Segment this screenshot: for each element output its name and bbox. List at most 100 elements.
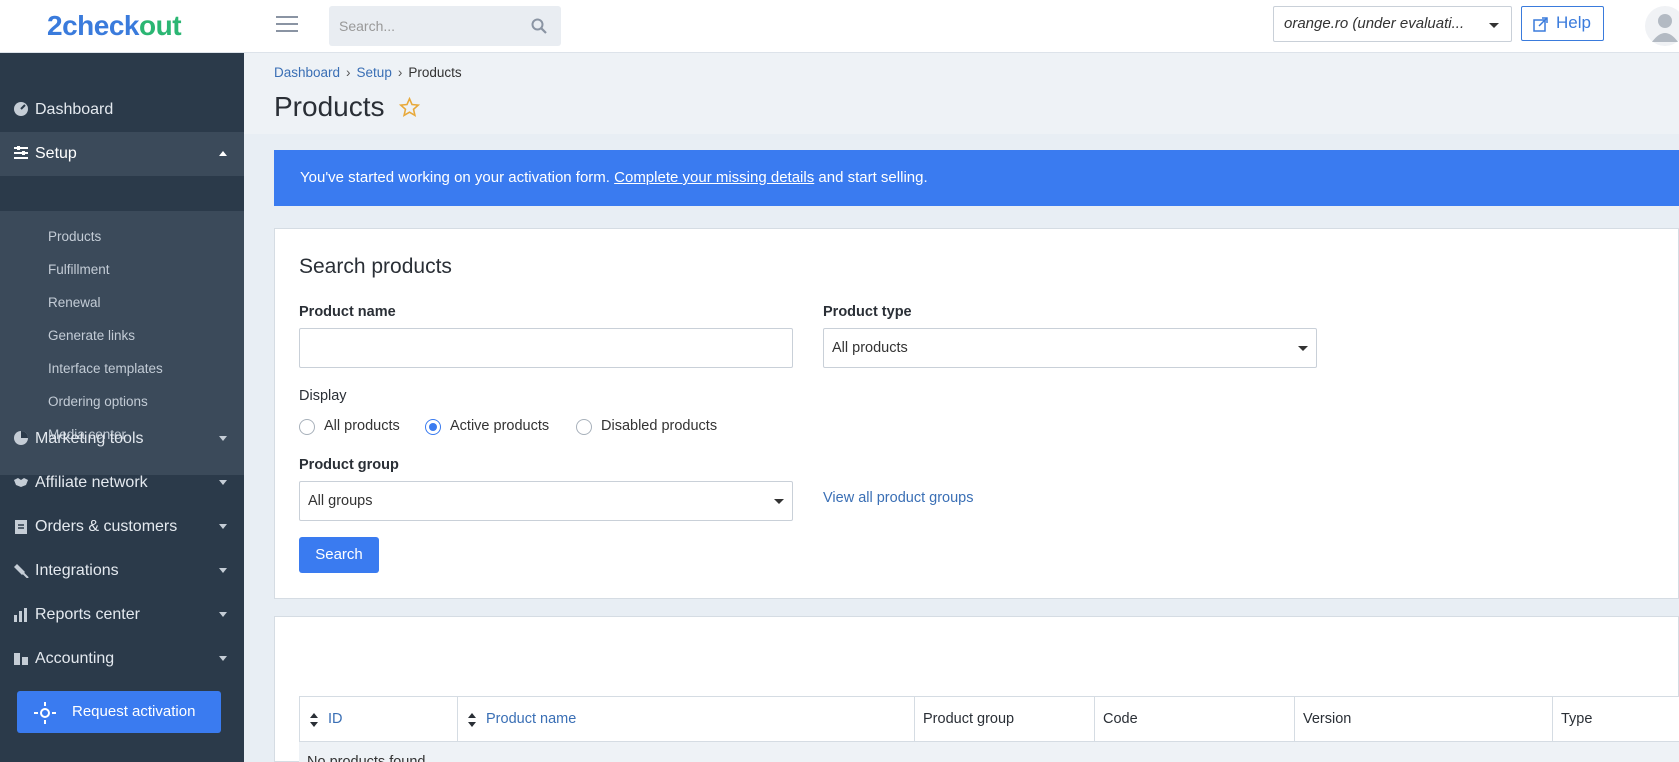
radio-circle [299,419,315,435]
product-group-value: All groups [308,493,373,509]
help-button[interactable]: Help [1521,6,1604,41]
submenu-item-ordering-options[interactable]: Ordering options [48,394,148,409]
column-header-version: Version [1295,697,1553,743]
global-search-input[interactable] [329,6,519,46]
product-name-input[interactable] [299,328,793,368]
column-header-id[interactable]: ID [300,697,458,743]
sidebar-item-label: Orders & customers [35,518,178,535]
sort-icon [468,713,476,727]
menu-toggle-icon[interactable] [276,16,298,34]
breadcrumb: Dashboard › Setup › Products [274,65,462,80]
product-name-label: Product name [299,304,396,320]
breadcrumb-setup[interactable]: Setup [357,65,392,80]
search-products-heading: Search products [299,255,452,278]
banner-text-end: and start selling. [814,169,928,186]
products-results-panel: ID Product name Product group Code Versi… [274,616,1679,762]
chevron-down-icon [219,524,227,529]
chevron-down-icon [1489,23,1499,28]
sliders-icon [14,146,28,159]
chevron-up-icon [219,151,227,156]
account-selector-value: orange.ro (under evaluati... [1284,15,1465,32]
clipboard-icon [15,520,27,534]
chevron-down-icon [1298,346,1308,351]
view-product-groups-link[interactable]: View all product groups [823,490,973,506]
banner-text: You've started working on your activatio… [300,169,615,186]
breadcrumb-current: Products [408,65,462,80]
page-header: Dashboard › Setup › Products Products [244,53,1679,134]
account-selector[interactable]: orange.ro (under evaluati... [1273,6,1512,42]
column-header-label: ID [328,711,343,727]
handshake-icon [14,478,28,487]
product-group-select[interactable]: All groups [299,481,793,521]
radio-circle [576,419,592,435]
sidebar-item-accounting[interactable]: Accounting [0,637,244,681]
chevron-down-icon [774,499,784,504]
column-header-label: Product name [486,711,577,727]
sidebar-item-setup[interactable]: Setup [0,132,244,176]
bar-chart-icon [14,608,27,622]
sidebar-item-reports-center[interactable]: Reports center [0,593,244,637]
search-products-panel: Search products Product name Product typ… [274,228,1679,599]
search-icon[interactable] [531,18,547,34]
radio-circle-selected [425,419,441,435]
complete-details-link[interactable]: Complete your missing details [614,169,814,186]
column-header-product-name[interactable]: Product name [458,697,915,743]
radio-label: All products [324,418,400,434]
sidebar-item-label: Setup [35,145,77,162]
column-header-type: Type [1561,711,1593,727]
sidebar-item-label: Integrations [35,562,119,579]
radio-label: Disabled products [601,418,718,434]
top-bar: 2checkout orange.ro (under evaluati... H… [0,0,1679,53]
display-label: Display [299,388,347,404]
table-header: ID Product name Product group Code Versi… [299,696,1679,743]
chevron-down-icon [219,436,227,441]
sidebar-item-dashboard[interactable]: Dashboard [0,88,244,132]
avatar[interactable] [1645,6,1679,46]
breadcrumb-dashboard[interactable]: Dashboard [274,65,340,80]
sidebar-item-integrations[interactable]: Integrations [0,549,244,593]
page-title: Products [274,91,385,122]
coins-icon [14,653,28,665]
chevron-down-icon [219,656,227,661]
chevron-down-icon [219,480,227,485]
column-header-code: Code [1095,697,1295,743]
external-link-icon [1533,17,1548,32]
dashboard-icon [14,102,28,116]
request-activation-button[interactable]: Request activation [17,691,221,733]
submenu-item-products[interactable]: Products [48,229,101,244]
product-group-label: Product group [299,457,399,473]
radio-label: Active products [450,418,550,434]
global-search[interactable] [329,6,561,46]
user-icon [1652,14,1678,42]
pie-chart-icon [14,431,28,445]
submenu-item-fulfillment[interactable]: Fulfillment [48,262,110,277]
search-button[interactable]: Search [299,537,379,573]
sidebar-item-label: Dashboard [35,101,114,118]
product-type-value: All products [832,340,908,356]
chevron-down-icon [219,612,227,617]
sidebar-item-label: Reports center [35,606,140,623]
product-type-label: Product type [823,304,912,320]
submenu-item-interface-templates[interactable]: Interface templates [48,361,163,376]
sidebar-item-label: Marketing tools [35,430,144,447]
sidebar-item-orders-customers[interactable]: Orders & customers [0,505,244,549]
empty-table-message: No products found [299,742,1679,762]
submenu-item-renewal[interactable]: Renewal [48,295,101,310]
activation-banner: You've started working on your activatio… [274,150,1679,206]
product-type-select[interactable]: All products [823,328,1317,368]
sidebar-item-affiliate-network[interactable]: Affiliate network [0,461,244,505]
logo[interactable]: 2checkout [47,10,182,42]
sort-icon [310,713,318,727]
chevron-down-icon [219,568,227,573]
request-activation-label: Request activation [72,703,196,720]
sidebar-item-label: Affiliate network [35,474,148,491]
star-icon[interactable] [399,97,420,118]
sidebar-item-marketing-tools[interactable]: Marketing tools [0,417,244,461]
help-label: Help [1556,13,1591,32]
column-header-product-group: Product group [915,697,1095,743]
sparkle-icon [34,702,56,724]
sidebar-item-label: Accounting [35,650,115,667]
plug-icon [14,564,29,578]
sidebar: Dashboard Setup Products Fulfillment Ren… [0,53,244,762]
submenu-item-generate-links[interactable]: Generate links [48,328,135,343]
